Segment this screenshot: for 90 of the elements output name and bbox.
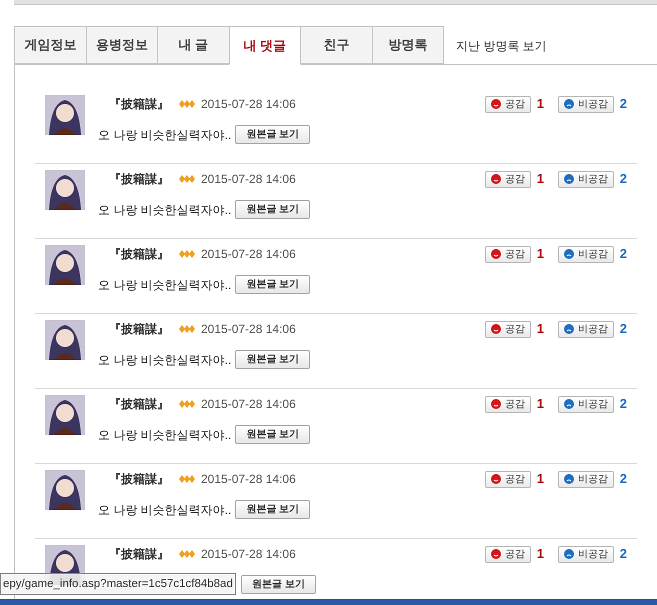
smile-icon [490,549,501,559]
comment-text: 오 나랑 비슷한실력자야.. [98,502,232,518]
dislike-button[interactable]: 비공감 [558,320,614,338]
view-original-button[interactable]: 원본글 보기 [241,575,316,594]
frown-icon [564,324,574,334]
view-original-button[interactable]: 원본글 보기 [235,275,310,294]
rank-icon [179,399,195,409]
comment-text: 오 나랑 비슷한실력자야.. [98,426,232,444]
user-name: 『披籍謀』 [109,396,169,413]
frown-icon [564,549,574,559]
like-button[interactable]: 공감 [484,470,531,488]
comment-date: 2015-07-28 14:06 [201,546,296,563]
avatar-icon [45,395,85,435]
status-tooltip: epy/game_info.asp?master=1c57c1cf84b8ad [0,573,236,595]
comment-date: 2015-07-28 14:06 [201,96,296,113]
rank-icon [179,99,195,109]
dislike-count: 2 [620,545,627,564]
like-button[interactable]: 공감 [484,546,531,562]
smile-icon [490,399,501,409]
view-original-button[interactable]: 원본글 보기 [235,425,310,444]
user-name: 『披籍謀』 [109,246,169,263]
rank-icon [179,549,195,559]
dislike-count: 2 [620,245,627,264]
dislike-button[interactable]: 비공감 [558,170,614,188]
user-name: 『披籍謀』 [109,96,169,113]
avatar-icon [45,470,85,510]
smile-icon [490,174,501,184]
dislike-count: 2 [620,470,627,488]
like-button[interactable]: 공감 [484,396,531,412]
dislike-button[interactable]: 비공감 [558,246,614,262]
frown-icon [564,474,574,484]
dislike-button[interactable]: 비공감 [558,470,614,488]
like-button[interactable]: 공감 [484,246,531,262]
frown-icon [564,99,574,109]
rank-icon [179,174,195,184]
comment-date: 2015-07-28 14:06 [201,171,296,188]
avatar-icon [45,170,85,210]
frown-icon [564,174,574,184]
dislike-count: 2 [620,170,627,188]
user-name: 『披籍謀』 [109,471,169,488]
dislike-count: 2 [620,320,627,338]
comment-date: 2015-07-28 14:06 [201,396,296,413]
smile-icon [490,474,501,484]
rank-icon [179,474,195,484]
like-button[interactable]: 공감 [484,170,531,188]
view-original-button[interactable]: 원본글 보기 [235,200,310,219]
tab[interactable]: 친구 [300,26,372,64]
smile-icon [490,249,501,259]
user-name: 『披籍謀』 [109,321,169,338]
frown-icon [564,399,574,409]
smile-icon [490,324,501,334]
comment-text: 오 나랑 비슷한실력자야.. [98,202,232,218]
comment-text: 오 나랑 비슷한실력자야.. [98,126,232,144]
like-count: 1 [536,95,545,114]
dislike-count: 2 [620,95,627,114]
avatar-icon [45,245,85,285]
like-count: 1 [536,545,545,564]
dislike-button[interactable]: 비공감 [558,546,614,562]
like-button[interactable]: 공감 [484,96,531,112]
user-name: 『披籍謀』 [109,171,169,188]
comment-date: 2015-07-28 14:06 [201,321,296,338]
view-original-button[interactable]: 원본글 보기 [235,500,310,519]
avatar-icon [45,95,85,135]
like-count: 1 [536,320,545,338]
like-count: 1 [536,245,545,264]
comment-date: 2015-07-28 14:06 [201,471,296,488]
past-guestbook-link[interactable]: 지난 방명록 보기 [456,36,547,54]
view-original-button[interactable]: 원본글 보기 [235,125,310,144]
comment-text: 오 나랑 비슷한실력자야.. [98,276,232,294]
dislike-count: 2 [620,395,627,414]
tab[interactable]: 용병정보 [86,26,158,64]
dislike-button[interactable]: 비공감 [558,96,614,112]
tab[interactable]: 방명록 [372,26,444,64]
user-name: 『披籍謀』 [109,546,169,563]
like-button[interactable]: 공감 [484,320,531,338]
tab[interactable]: 내 글 [157,26,230,64]
frown-icon [564,249,574,259]
like-count: 1 [536,470,545,488]
rank-icon [179,249,195,259]
comment-date: 2015-07-28 14:06 [201,246,296,263]
smile-icon [490,99,501,109]
rank-icon [179,324,195,334]
avatar-icon [45,320,85,360]
like-count: 1 [536,395,545,414]
view-original-button[interactable]: 원본글 보기 [235,350,310,369]
tab[interactable]: 내 댓글 [228,26,301,65]
like-count: 1 [536,170,545,188]
tab[interactable]: 게임정보 [14,26,86,64]
comment-text: 오 나랑 비슷한실력자야.. [98,352,232,368]
dislike-button[interactable]: 비공감 [558,396,614,412]
